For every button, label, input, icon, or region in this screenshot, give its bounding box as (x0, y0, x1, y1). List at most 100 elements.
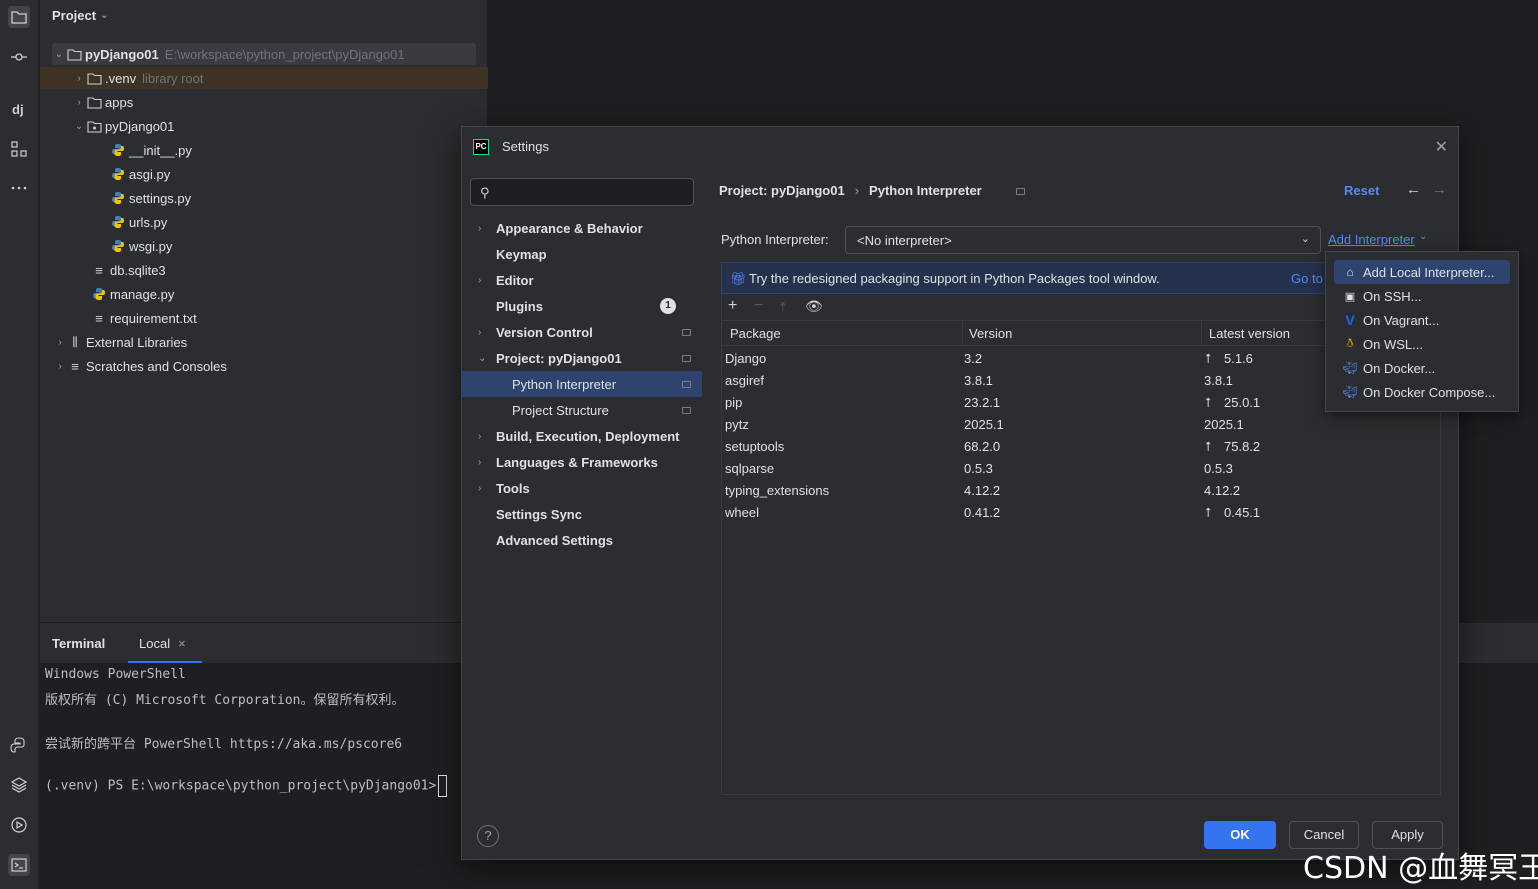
tree-node-apps[interactable]: › apps (72, 91, 133, 113)
nav-appearance[interactable]: › Appearance & Behavior (462, 215, 702, 241)
python-file-icon (110, 166, 126, 182)
services-icon[interactable] (8, 814, 30, 836)
nav-version-control[interactable]: › Version Control (462, 319, 702, 345)
column-header[interactable]: Version (969, 326, 1012, 341)
package-latest-version: 5.1.6 (1224, 351, 1253, 366)
table-row[interactable]: wheel 0.41.2 ⭡ 0.45.1 (722, 502, 1440, 524)
svg-text:dj: dj (12, 102, 24, 117)
chevron-right-icon[interactable]: › (72, 73, 86, 84)
gift-icon: 🎁︎ (730, 271, 747, 286)
chevron-right-icon: › (478, 430, 482, 442)
tree-node-file[interactable]: manage.py (91, 283, 174, 305)
settings-search-input[interactable]: ⚲ (470, 178, 694, 206)
commit-icon[interactable] (8, 46, 30, 68)
reset-link[interactable]: Reset (1344, 183, 1379, 198)
project-folder-icon[interactable] (8, 6, 30, 28)
project-view-selector[interactable]: Project ⌄ (52, 8, 108, 23)
nav-plugins[interactable]: Plugins 1 (462, 293, 702, 319)
back-arrow-icon[interactable]: ← (1406, 181, 1421, 198)
tree-node-file[interactable]: urls.py (110, 211, 167, 233)
nav-editor[interactable]: › Editor (462, 267, 702, 293)
tree-node-file[interactable]: settings.py (110, 187, 191, 209)
home-icon: ⌂ (1346, 265, 1354, 279)
chevron-down-icon[interactable]: ⌄ (1419, 231, 1427, 242)
menu-item-docker-compose[interactable]: 🐳︎ On Docker Compose... (1334, 380, 1510, 404)
menu-item-vagrant[interactable]: V On Vagrant... (1334, 308, 1510, 332)
upgrade-available-icon: ⭡ (1205, 351, 1212, 366)
terminal-tab-local[interactable]: Local × (139, 636, 186, 651)
tree-node-package[interactable]: ⌄ pyDjango01 (72, 115, 175, 137)
tree-node-file[interactable]: __init__.py (110, 139, 192, 161)
menu-item-label: On Docker... (1363, 360, 1436, 376)
nav-label: Python Interpreter (512, 376, 617, 392)
help-button[interactable]: ? (477, 825, 499, 847)
tree-node-label: manage.py (110, 286, 175, 302)
terminal-prompt-line[interactable]: (.venv) PS E:\workspace\python_project\p… (45, 775, 448, 797)
tree-node-venv[interactable]: › .venv library root (40, 67, 488, 89)
chevron-right-icon[interactable]: › (53, 361, 67, 372)
close-icon[interactable]: ✕ (1435, 137, 1448, 157)
nav-advanced-settings[interactable]: Advanced Settings (462, 527, 702, 553)
menu-item-ssh[interactable]: ▣ On SSH... (1334, 284, 1510, 308)
python-packages-icon[interactable] (8, 774, 30, 796)
banner-goto-link[interactable]: Go to (1291, 271, 1323, 286)
terminal-cursor (438, 775, 448, 797)
tree-node-scratches[interactable]: › ≡ Scratches and Consoles (53, 355, 227, 377)
table-row[interactable]: sqlparse 0.5.3 0.5.3 (722, 458, 1440, 480)
python-console-icon[interactable] (8, 734, 30, 756)
close-icon[interactable]: × (178, 636, 186, 651)
tree-node-file[interactable]: ≡ db.sqlite3 (91, 259, 165, 281)
column-header[interactable]: Package (730, 326, 781, 341)
tree-node-root[interactable]: ⌄ pyDjango01 E:\workspace\python_project… (52, 43, 476, 65)
docker-icon: 🐳︎ (1342, 361, 1358, 375)
folder-icon (66, 46, 82, 62)
django-icon[interactable]: dj (8, 98, 30, 120)
tree-node-label: __init__.py (129, 142, 192, 158)
chevron-right-icon[interactable]: › (53, 337, 67, 348)
library-icon: ⫼ (72, 334, 78, 349)
chevron-down-icon[interactable]: ⌄ (72, 121, 86, 132)
terminal-prompt: (.venv) PS E:\workspace\python_project\p… (45, 778, 437, 794)
remove-icon[interactable]: − (754, 297, 763, 315)
tree-node-file[interactable]: asgi.py (110, 163, 170, 185)
terminal-icon: ▣ (1344, 290, 1356, 303)
menu-item-docker[interactable]: 🐳︎ On Docker... (1334, 356, 1510, 380)
nav-label: Languages & Frameworks (496, 454, 658, 470)
tree-node-file[interactable]: wsgi.py (110, 235, 172, 257)
forward-arrow-icon[interactable]: → (1432, 181, 1447, 198)
nav-keymap[interactable]: Keymap (462, 241, 702, 267)
nav-python-interpreter[interactable]: Python Interpreter (462, 371, 702, 397)
chevron-right-icon[interactable]: › (72, 97, 86, 108)
nav-project[interactable]: ⌄ Project: pyDjango01 (462, 345, 702, 371)
dialog-title-bar[interactable]: PC Settings ✕ (462, 127, 1458, 167)
nav-label: Appearance & Behavior (496, 220, 643, 236)
table-row[interactable]: typing_extensions 4.12.2 4.12.2 (722, 480, 1440, 502)
upgrade-icon[interactable]: ⤒ (780, 299, 786, 315)
package-latest-version: 75.8.2 (1224, 439, 1261, 454)
tree-node-file[interactable]: ≡ requirement.txt (91, 307, 197, 329)
structure-icon[interactable] (8, 138, 30, 160)
add-icon[interactable]: + (728, 297, 737, 315)
add-interpreter-link[interactable]: Add Interpreter (1328, 232, 1415, 247)
column-header[interactable]: Latest version (1209, 326, 1290, 341)
tree-node-external-libraries[interactable]: › ⫼ External Libraries (53, 331, 187, 353)
interpreter-select[interactable]: <No interpreter> ⌄ (845, 226, 1321, 254)
terminal-icon[interactable] (8, 854, 30, 876)
nav-build[interactable]: › Build, Execution, Deployment (462, 423, 702, 449)
table-row[interactable]: pytz 2025.1 2025.1 (722, 414, 1440, 436)
menu-item-wsl[interactable]: 🐧︎ On WSL... (1334, 332, 1510, 356)
nav-settings-sync[interactable]: Settings Sync (462, 501, 702, 527)
more-icon[interactable] (8, 177, 30, 199)
terminal-tab-label: Local (139, 636, 171, 651)
eye-icon[interactable]: 👁︎ (805, 298, 823, 315)
nav-tools[interactable]: › Tools (462, 475, 702, 501)
nav-project-structure[interactable]: Project Structure (462, 397, 702, 423)
nav-languages[interactable]: › Languages & Frameworks (462, 449, 702, 475)
upgrade-available-icon: ⭡ (1205, 395, 1212, 410)
table-row[interactable]: setuptools 68.2.0 ⭡ 75.8.2 (722, 436, 1440, 458)
ok-button[interactable]: OK (1204, 821, 1276, 849)
chevron-down-icon[interactable]: ⌄ (52, 49, 66, 60)
upgrade-available-icon: ⭡ (1205, 505, 1212, 520)
menu-item-add-local[interactable]: ⌂ Add Local Interpreter... (1334, 260, 1510, 284)
breadcrumb-item[interactable]: Project: pyDjango01 (719, 183, 845, 198)
